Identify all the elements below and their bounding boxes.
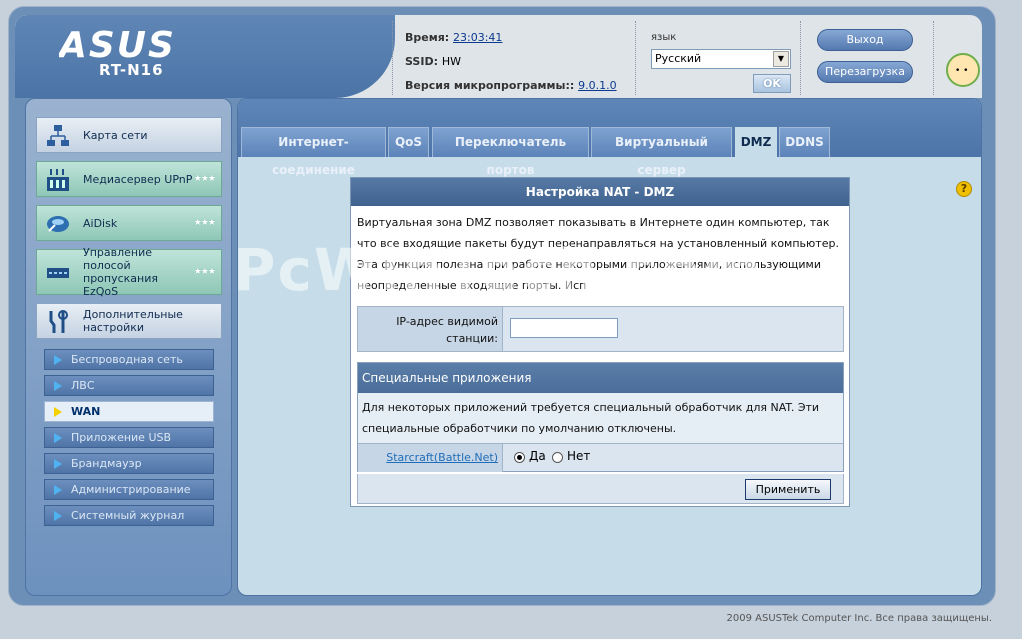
ip-address-label: IP-адрес видимой станции: bbox=[358, 307, 503, 351]
language-label: язык bbox=[651, 32, 677, 43]
tab-virtual-server[interactable]: Виртуальный сервер bbox=[591, 127, 732, 177]
header: ASUS RT-N16 Время: 23:03:41 SSID: HW Вер… bbox=[15, 15, 982, 98]
submenu-wireless[interactable]: Беспроводная сеть bbox=[44, 349, 214, 370]
special-apps-section: Специальные приложения Для некоторых при… bbox=[357, 362, 844, 472]
page-title: Настройка NAT - DMZ bbox=[351, 178, 849, 206]
arrow-right-icon bbox=[54, 407, 62, 417]
divider bbox=[933, 21, 934, 95]
tab-qos[interactable]: QoS bbox=[388, 127, 429, 157]
arrow-right-icon bbox=[54, 433, 62, 443]
submenu-label: Системный журнал bbox=[71, 509, 185, 522]
status-info: Время: 23:03:41 SSID: HW Версия микропро… bbox=[405, 29, 617, 98]
sidebar-item-media-server[interactable]: Медиасервер UPnP ★★★ bbox=[36, 161, 222, 197]
sidebar-item-label: AiDisk bbox=[83, 216, 118, 230]
submenu-firewall[interactable]: Брандмауэр bbox=[44, 453, 214, 474]
submenu-label: Брандмауэр bbox=[71, 457, 142, 470]
ip-address-input[interactable] bbox=[510, 318, 618, 338]
tab-internet[interactable]: Интернет-соединение bbox=[241, 127, 386, 177]
main-panel: Интернет-соединение QoS Переключатель по… bbox=[237, 98, 982, 596]
language-ok-button[interactable]: OK bbox=[753, 74, 791, 93]
sidebar-item-aidisk[interactable]: AiDisk ★★★ bbox=[36, 205, 222, 241]
ssid-value: HW bbox=[441, 55, 461, 68]
asus-logo: ASUS bbox=[59, 27, 176, 61]
sidebar-item-label: Карта сети bbox=[83, 128, 148, 142]
help-icon[interactable]: ? bbox=[956, 181, 972, 197]
language-section: язык bbox=[651, 29, 676, 43]
sidebar-item-label: Управление полосой пропускания EzQoS bbox=[83, 246, 158, 298]
brand-area: ASUS RT-N16 bbox=[15, 15, 395, 98]
footer-copyright: 2009 ASUSTek Computer Inc. Все права защ… bbox=[726, 613, 993, 624]
sidebar: Карта сети Медиасервер UPnP ★★★ AiDisk ★… bbox=[25, 98, 232, 596]
submenu-lan[interactable]: ЛВС bbox=[44, 375, 214, 396]
logout-button[interactable]: Выход bbox=[817, 29, 913, 51]
star-icon: ★★★ bbox=[193, 174, 216, 184]
divider bbox=[635, 21, 636, 95]
model-name: RT-N16 bbox=[99, 61, 164, 79]
time-link[interactable]: 23:03:41 bbox=[453, 31, 502, 44]
apply-button[interactable]: Применить bbox=[745, 479, 831, 500]
sidebar-item-advanced[interactable]: Дополнительные настройки bbox=[36, 303, 222, 339]
apply-row: Применить bbox=[357, 474, 844, 504]
ip-address-row: IP-адрес видимой станции: bbox=[357, 306, 844, 352]
submenu-label: Приложение USB bbox=[71, 431, 172, 444]
divider bbox=[392, 21, 393, 95]
starcraft-link[interactable]: Starcraft(Battle.Net) bbox=[386, 451, 498, 464]
aidisk-icon bbox=[47, 216, 69, 232]
submenu-label: WAN bbox=[71, 405, 101, 418]
submenu-admin[interactable]: Администрирование bbox=[44, 479, 214, 500]
time-label: Время: bbox=[405, 31, 450, 44]
special-apps-title: Специальные приложения bbox=[358, 363, 843, 393]
tab-bar: Интернет-соединение QoS Переключатель по… bbox=[238, 99, 981, 177]
starcraft-no-radio[interactable] bbox=[552, 452, 563, 463]
arrow-right-icon bbox=[54, 355, 62, 365]
divider bbox=[800, 21, 801, 95]
submenu-label: Администрирование bbox=[71, 483, 191, 496]
star-icon: ★★★ bbox=[193, 218, 216, 228]
arrow-right-icon bbox=[54, 485, 62, 495]
firmware-label: Версия микропрограммы:: bbox=[405, 79, 575, 92]
language-select[interactable]: Русский ▼ bbox=[651, 49, 791, 69]
mascot-icon: • • bbox=[946, 53, 980, 87]
ssid-label: SSID: bbox=[405, 55, 438, 68]
arrow-right-icon bbox=[54, 511, 62, 521]
special-apps-description: Для некоторых приложений требуется специ… bbox=[358, 393, 843, 443]
submenu-syslog[interactable]: Системный журнал bbox=[44, 505, 214, 526]
star-icon: ★★★ bbox=[193, 267, 216, 277]
dmz-settings-box: Настройка NAT - DMZ Виртуальная зона DMZ… bbox=[350, 177, 850, 507]
chevron-down-icon[interactable]: ▼ bbox=[773, 51, 789, 67]
starcraft-label: Starcraft(Battle.Net) bbox=[358, 444, 503, 472]
language-selected: Русский bbox=[655, 52, 702, 65]
sidebar-item-network-map[interactable]: Карта сети bbox=[36, 117, 222, 153]
firmware-link[interactable]: 9.0.1.0 bbox=[578, 79, 616, 92]
starcraft-yes-radio[interactable] bbox=[514, 452, 525, 463]
sidebar-item-label: Медиасервер UPnP bbox=[83, 172, 193, 186]
starcraft-row: Starcraft(Battle.Net) Да Нет bbox=[358, 443, 843, 472]
arrow-right-icon bbox=[54, 459, 62, 469]
submenu-label: Беспроводная сеть bbox=[71, 353, 183, 366]
tab-port-switch[interactable]: Переключатель портов bbox=[432, 127, 589, 177]
tab-dmz[interactable]: DMZ bbox=[735, 127, 777, 157]
submenu-wan[interactable]: WAN bbox=[44, 401, 214, 422]
sidebar-item-label: Дополнительные настройки bbox=[83, 308, 183, 334]
network-map-icon bbox=[47, 125, 69, 146]
svg-text:ASUS: ASUS bbox=[59, 27, 176, 61]
starcraft-yes-label: Да bbox=[529, 449, 546, 463]
submenu-usb[interactable]: Приложение USB bbox=[44, 427, 214, 448]
tools-icon bbox=[49, 310, 68, 333]
reboot-button[interactable]: Перезагрузка bbox=[817, 61, 913, 83]
media-server-icon bbox=[47, 169, 69, 191]
tab-ddns[interactable]: DDNS bbox=[779, 127, 830, 157]
submenu-label: ЛВС bbox=[71, 379, 95, 392]
arrow-right-icon bbox=[54, 381, 62, 391]
dmz-description: Виртуальная зона DMZ позволяет показыват… bbox=[357, 216, 839, 292]
bandwidth-icon bbox=[47, 268, 69, 278]
starcraft-no-label: Нет bbox=[567, 449, 591, 463]
sidebar-item-ezqos[interactable]: Управление полосой пропускания EzQoS ★★★ bbox=[36, 246, 222, 298]
